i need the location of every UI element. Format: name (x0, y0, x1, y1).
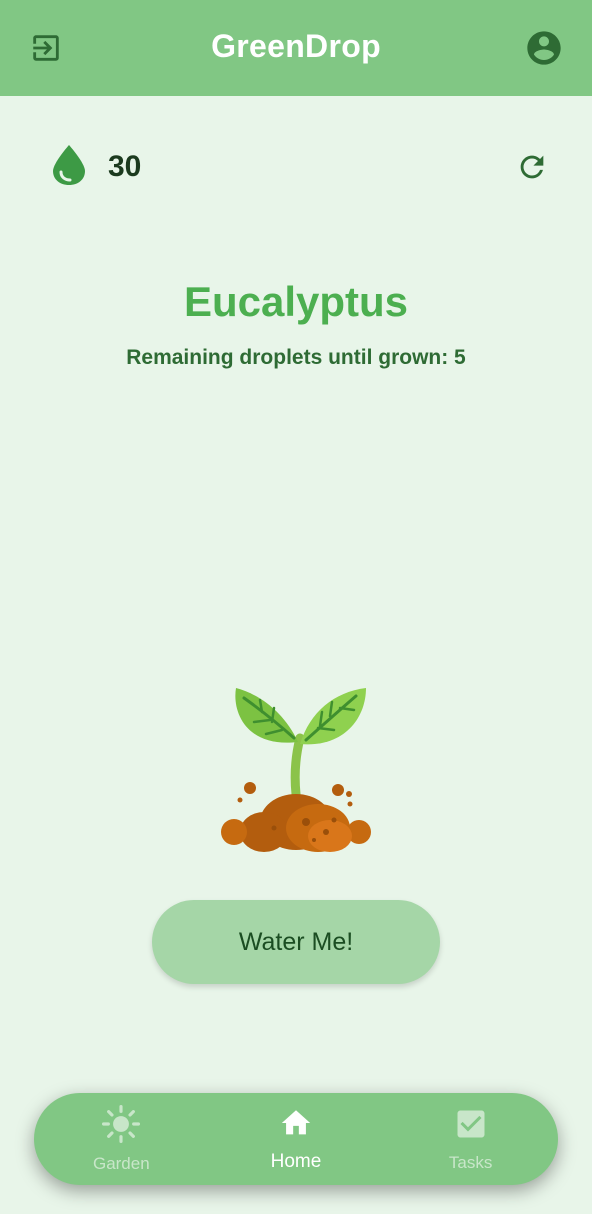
refresh-icon[interactable] (512, 147, 552, 187)
water-drop-icon (50, 143, 88, 192)
nav-item-garden[interactable]: Garden (46, 1104, 196, 1174)
check-box-icon (453, 1106, 489, 1147)
exit-icon[interactable] (26, 28, 66, 68)
sun-icon (102, 1104, 141, 1148)
stats-row: 30 (50, 142, 552, 192)
home-icon (278, 1106, 314, 1145)
app-bar: GreenDrop (0, 0, 592, 96)
water-me-button[interactable]: Water Me! (152, 900, 440, 984)
remaining-droplets-text: Remaining droplets until grown: 5 (126, 346, 466, 369)
nav-label-garden: Garden (92, 1153, 150, 1173)
bottom-navigation: Garden Home Tasks (34, 1093, 558, 1185)
droplet-counter: 30 (50, 143, 141, 192)
app-title: GreenDrop (211, 28, 381, 64)
plant-name: Eucalyptus (183, 278, 409, 325)
nav-item-tasks[interactable]: Tasks (396, 1106, 546, 1173)
account-circle-icon[interactable] (524, 28, 564, 68)
nav-label-home: Home (270, 1150, 322, 1172)
nav-label-tasks: Tasks (448, 1152, 493, 1172)
nav-item-home[interactable]: Home (221, 1106, 371, 1173)
sprout-illustration (214, 682, 380, 858)
droplet-count: 30 (108, 150, 142, 183)
